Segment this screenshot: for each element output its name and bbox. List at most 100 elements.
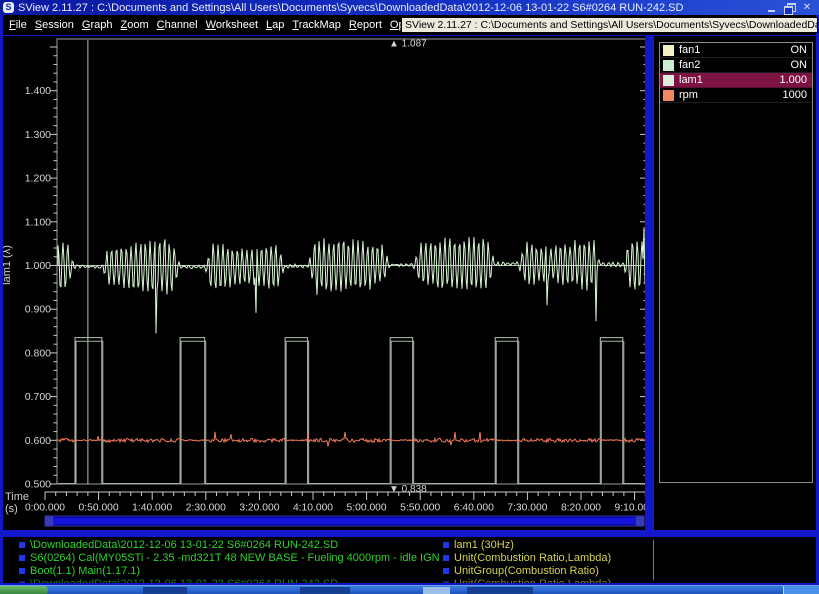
status-line: Unit(Combustion Ratio,Lambda) — [443, 577, 813, 583]
x-tick-label: 0:50.000 — [79, 503, 119, 514]
bullet-icon — [19, 555, 25, 561]
x-tick-label: 5:00.000 — [347, 503, 387, 514]
status-line: S6(0264) Cal(MY05STi - 2.35 -md321T 48 N… — [19, 551, 439, 564]
max-value-marker: ▲ 1.087 — [389, 39, 427, 50]
status-line: \DownloadedData\2012-12-06 13-01-22 S6#0… — [19, 538, 439, 551]
channel-name: fan2 — [679, 59, 791, 71]
status-line: UnitGroup(Combustion Ratio) — [443, 564, 813, 577]
channel-row[interactable]: fan2 ON — [660, 58, 812, 73]
x-axis-title-units: (s) — [5, 503, 18, 515]
x-tick-label: 3:20.000 — [239, 503, 279, 514]
status-text: \DownloadedData\2012-12-06 13-01-22 S6#0… — [30, 539, 338, 551]
channel-name: fan1 — [679, 44, 791, 56]
bullet-icon — [19, 568, 25, 574]
title-bar[interactable]: S SView 2.11.27 : C:\Documents and Setti… — [0, 0, 819, 15]
status-text: lam1 (30Hz) — [454, 539, 514, 551]
taskbar-button[interactable] — [300, 587, 350, 594]
x-tick-label: 4:10.000 — [293, 503, 333, 514]
y-tick-label: 0.600 — [25, 435, 51, 447]
window-title: SView 2.11.27 : C:\Documents and Setting… — [18, 2, 683, 14]
menu-item[interactable]: Lap — [263, 19, 287, 31]
menu-item[interactable]: Report — [346, 19, 385, 31]
rpm-trace — [58, 432, 645, 447]
menu-item[interactable]: Graph — [79, 19, 116, 31]
start-button[interactable] — [0, 586, 48, 594]
channel-value: 1.000 — [779, 74, 812, 86]
taskbar-button[interactable] — [143, 587, 187, 594]
channel-name: rpm — [679, 89, 783, 101]
fan1-trace — [58, 338, 645, 484]
status-strip: \DownloadedData\2012-12-06 13-01-22 S6#0… — [3, 537, 816, 583]
restore-icon[interactable] — [784, 3, 795, 12]
channel-list: fan1 ON fan2 ON lam1 1.000 rpm 1000 — [659, 42, 813, 483]
bullet-icon — [19, 542, 25, 548]
menu-item[interactable]: TrackMap — [289, 19, 344, 31]
x-axis-title: Time — [5, 491, 29, 503]
y-tick-label: 1.100 — [25, 216, 51, 228]
y-tick-label: 1.300 — [25, 129, 51, 141]
bullet-icon — [443, 568, 449, 574]
channel-value: 1000 — [783, 89, 812, 101]
menu-item[interactable]: Worksheet — [203, 19, 261, 31]
lam1-trace — [58, 227, 645, 333]
x-tick-label: 1:40.000 — [132, 503, 172, 514]
graph-region[interactable]: 1.4001.3001.2001.1001.0000.9000.8000.700… — [3, 36, 645, 530]
menu-item[interactable]: File — [6, 19, 30, 31]
channel-value: ON — [791, 44, 813, 56]
scrollbar-right-arrow-icon[interactable] — [636, 517, 644, 526]
menu-item[interactable]: Channel — [154, 19, 201, 31]
channel-panel: fan1 ON fan2 ON lam1 1.000 rpm 1000 — [654, 36, 816, 530]
taskbar[interactable] — [0, 585, 819, 594]
log-info-panel: \DownloadedData\2012-12-06 13-01-22 S6#0… — [19, 538, 439, 583]
channel-color-swatch — [663, 75, 674, 86]
y-tick-label: 0.900 — [25, 304, 51, 316]
min-value-marker: ▼ 0.838 — [389, 484, 427, 495]
bullet-icon — [443, 581, 449, 584]
channel-value: ON — [791, 59, 813, 71]
x-tick-label: 7:30.000 — [507, 503, 547, 514]
app-logo-icon: S — [3, 2, 14, 13]
status-text: Boot(1.1) Main(1.17.1) — [30, 565, 140, 577]
channel-row[interactable]: rpm 1000 — [660, 88, 812, 103]
x-tick-label: 6:40.000 — [454, 503, 494, 514]
y-tick-label: 1.200 — [25, 173, 51, 185]
scrollbar-left-arrow-icon[interactable] — [46, 517, 54, 526]
time-scrollbar-thumb[interactable] — [54, 518, 635, 525]
menu-item[interactable]: Session — [32, 19, 77, 31]
chart-canvas[interactable]: 1.4001.3001.2001.1001.0000.9000.8000.700… — [3, 36, 645, 530]
x-tick-label: 5:50.000 — [400, 503, 440, 514]
status-line: \DownloadedData\2012-12-06 13-01-22 S6#0… — [19, 577, 439, 583]
x-tick-label: 9:10.000 — [615, 503, 645, 514]
channel-color-swatch — [663, 45, 674, 56]
system-tray[interactable] — [783, 586, 819, 594]
status-text: Unit(Combustion Ratio,Lambda) — [454, 578, 611, 584]
fan2-trace — [58, 341, 645, 483]
tooltip: SView 2.11.27 : C:\Documents and Setting… — [401, 17, 818, 33]
bullet-icon — [19, 581, 25, 584]
channel-info-panel: lam1 (30Hz) Unit(Combustion Ratio,Lambda… — [443, 538, 813, 583]
y-tick-label: 0.700 — [25, 391, 51, 403]
status-line: lam1 (30Hz) — [443, 538, 813, 551]
y-axis-title: lam1 (λ) — [3, 245, 13, 285]
channel-row[interactable]: lam1 1.000 — [660, 73, 812, 88]
channel-color-swatch — [663, 90, 674, 101]
status-text: Unit(Combustion Ratio,Lambda) — [454, 552, 611, 564]
window-controls: ✕ — [767, 3, 819, 12]
y-tick-label: 0.500 — [25, 479, 51, 491]
y-tick-label: 1.400 — [25, 85, 51, 97]
minimize-icon[interactable] — [767, 3, 778, 12]
status-line: Boot(1.1) Main(1.17.1) — [19, 564, 439, 577]
x-tick-label: 2:30.000 — [186, 503, 226, 514]
bullet-icon — [443, 555, 449, 561]
menu-item[interactable]: Zoom — [117, 19, 151, 31]
channel-row[interactable]: fan1 ON — [660, 43, 812, 58]
taskbar-button-active[interactable] — [423, 587, 450, 594]
x-tick-label: 8:20.000 — [561, 503, 601, 514]
bullet-icon — [443, 542, 449, 548]
channel-color-swatch — [663, 60, 674, 71]
taskbar-button[interactable] — [467, 587, 533, 594]
y-tick-label: 1.000 — [25, 260, 51, 272]
status-line: Unit(Combustion Ratio,Lambda) — [443, 551, 813, 564]
close-icon[interactable]: ✕ — [801, 3, 813, 12]
status-text: S6(0264) Cal(MY05STi - 2.35 -md321T 48 N… — [30, 552, 439, 564]
